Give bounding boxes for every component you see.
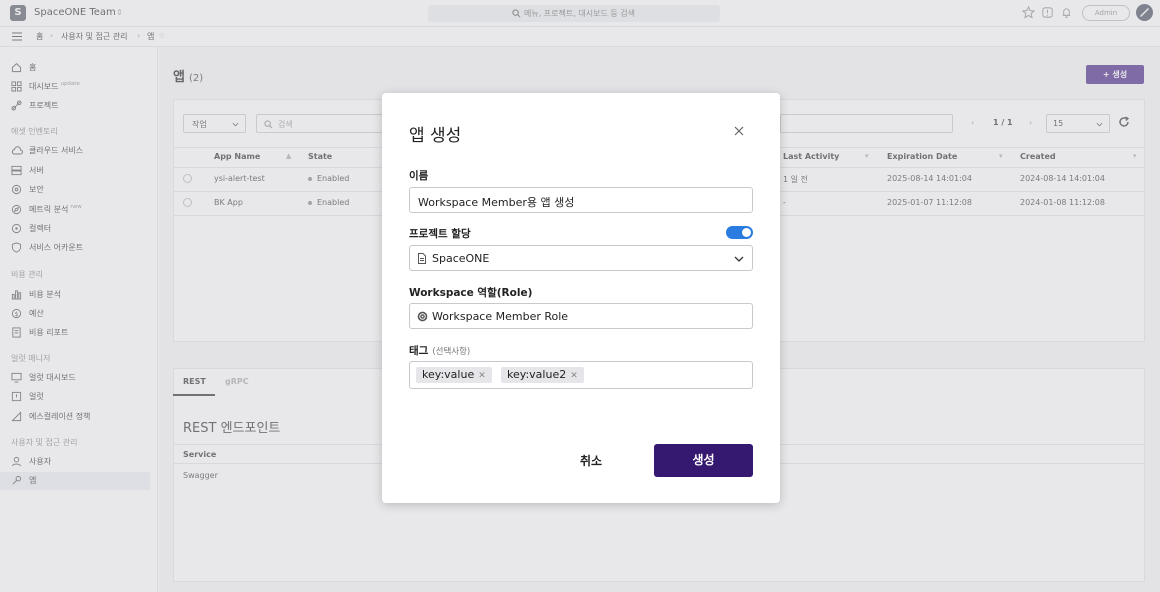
create-app-modal: 앱 생성 이름 Workspace Member용 앱 생성 프로젝트 할당 S… (382, 93, 780, 503)
role-select-value: Workspace Member Role (432, 310, 569, 323)
role-select[interactable]: Workspace Member Role (409, 303, 753, 329)
tag-chip: key:value2 ✕ (501, 367, 584, 383)
name-input[interactable]: Workspace Member용 앱 생성 (409, 187, 753, 213)
remove-tag-icon[interactable]: ✕ (478, 371, 486, 381)
tags-label: 태그 (선택사항) (409, 345, 471, 357)
chevron-down-icon (734, 256, 744, 262)
tag-chip: key:value ✕ (416, 367, 492, 383)
name-label: 이름 (409, 170, 429, 182)
tags-input[interactable]: key:value ✕ key:value2 ✕ (409, 361, 753, 389)
submit-button[interactable]: 생성 (654, 444, 753, 477)
modal-title: 앱 생성 (409, 126, 462, 146)
toggle-knob (742, 228, 751, 237)
project-select[interactable]: SpaceONE (409, 245, 753, 271)
document-icon (417, 253, 427, 264)
remove-tag-icon[interactable]: ✕ (570, 371, 578, 381)
role-label: Workspace 역할(Role) (409, 287, 533, 299)
cancel-button[interactable]: 취소 (562, 451, 620, 471)
project-select-value: SpaceONE (432, 252, 490, 265)
optional-hint: (선택사항) (432, 347, 471, 357)
name-input-value: Workspace Member용 앱 생성 (418, 196, 575, 209)
close-icon[interactable] (734, 126, 744, 136)
project-assign-toggle[interactable] (726, 226, 753, 239)
project-label: 프로젝트 할당 (409, 228, 471, 240)
role-icon (417, 311, 428, 322)
